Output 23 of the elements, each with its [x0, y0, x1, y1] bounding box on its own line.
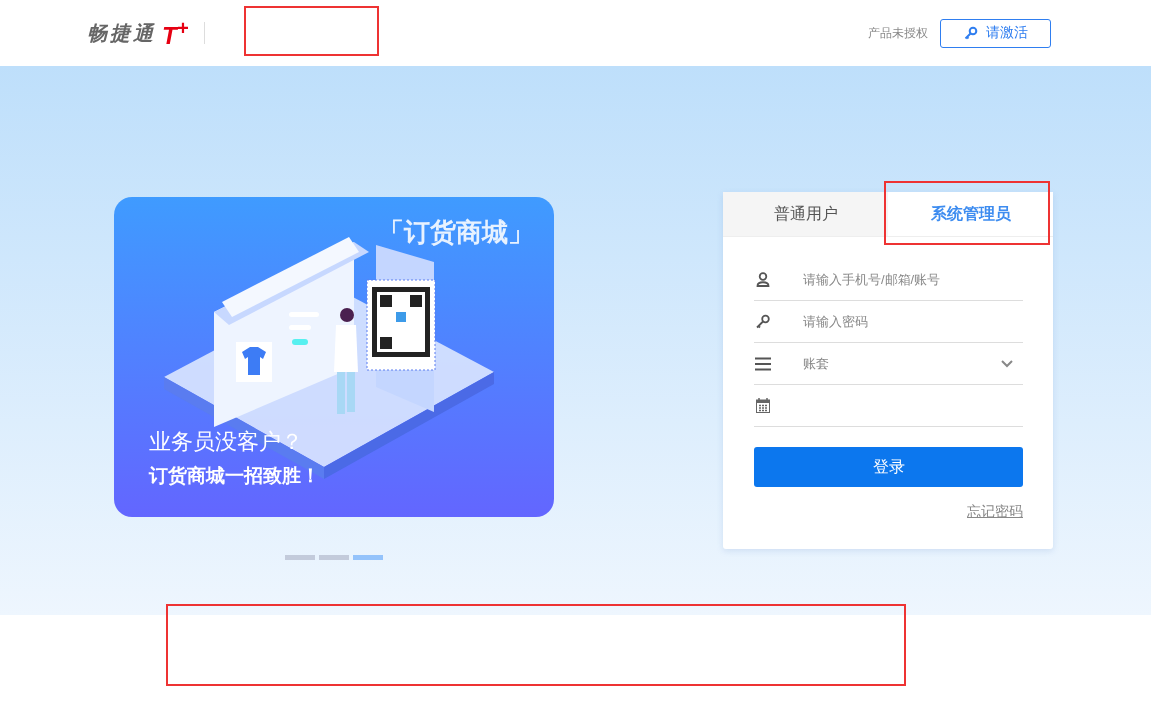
- calendar-icon: [755, 398, 771, 413]
- login-button[interactable]: 登录: [754, 447, 1023, 487]
- menu-icon: [755, 356, 771, 371]
- carousel-indicator[interactable]: [285, 555, 315, 560]
- chevron-down-icon: [1001, 359, 1013, 368]
- logo-mark: T$^{+}$: [162, 16, 189, 50]
- activate-button[interactable]: 请激活: [940, 18, 1051, 48]
- banner-headline: 业务员没客户？: [149, 428, 304, 456]
- login-tab[interactable]: 系统管理员: [888, 192, 1053, 237]
- logo-wordmark: 畅捷通: [87, 20, 156, 46]
- input-field[interactable]: 请输入密码: [801, 313, 1023, 330]
- banner-title: 「订货商城」: [378, 216, 534, 249]
- input-field[interactable]: 账套: [801, 355, 1001, 372]
- carousel-indicator[interactable]: [319, 555, 349, 560]
- license-status: 产品未授权: [868, 24, 928, 42]
- input-field[interactable]: 请输入手机号/邮箱/账号: [801, 271, 1023, 288]
- forgot-password-link[interactable]: 忘记密码: [967, 503, 1023, 521]
- banner-subline: 订货商城一招致胜！: [149, 464, 321, 488]
- carousel-indicator[interactable]: [353, 555, 383, 560]
- login-tab[interactable]: 普通用户: [723, 192, 888, 237]
- user-icon: [755, 272, 771, 287]
- key-icon: [755, 314, 771, 329]
- key-icon: [963, 26, 978, 40]
